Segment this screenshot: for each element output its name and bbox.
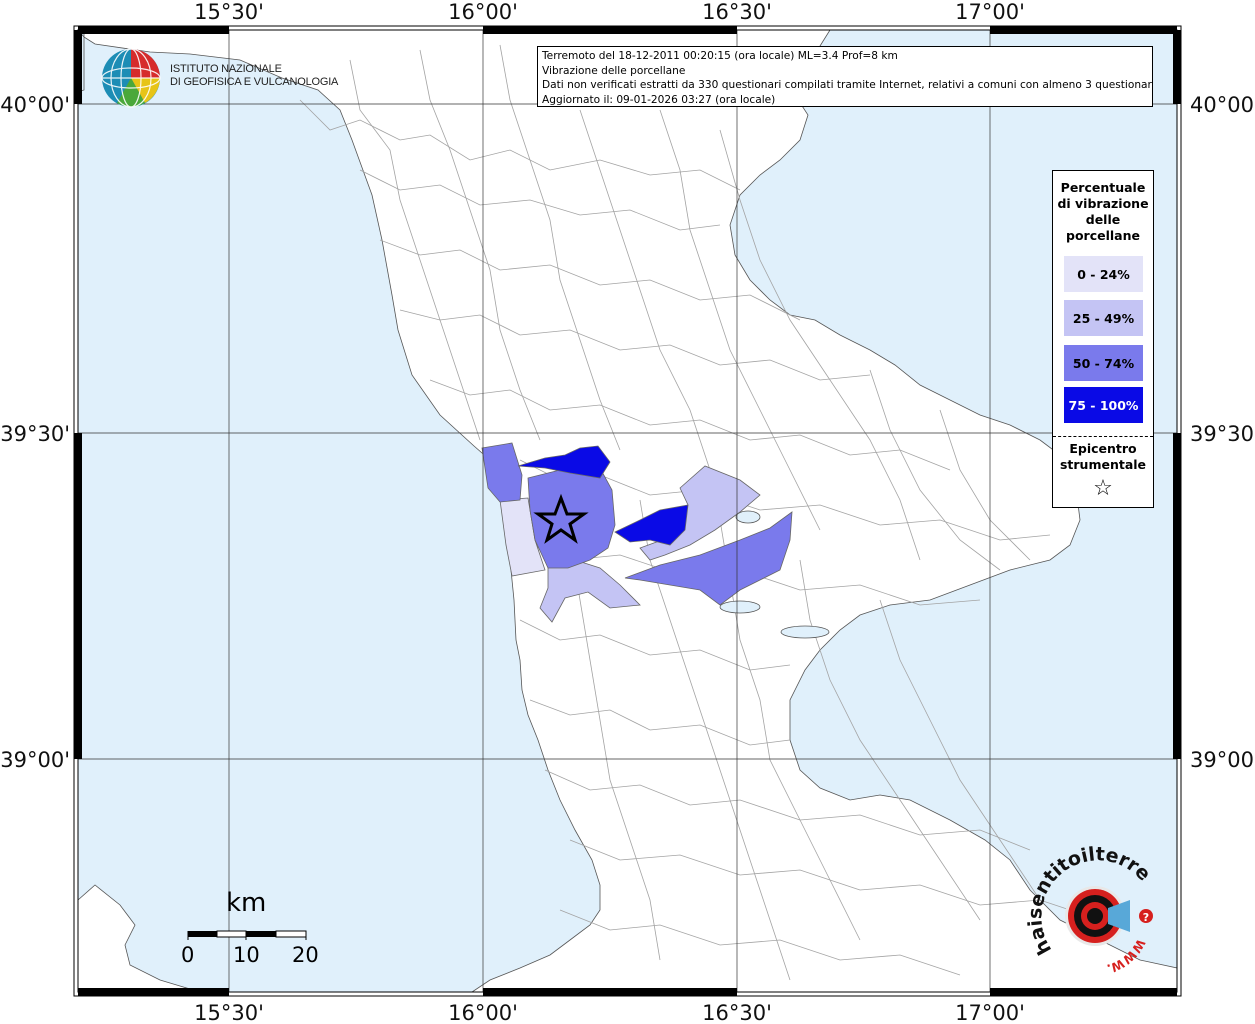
legend-epicenter-label: Epicentro strumentale	[1053, 441, 1153, 473]
data-note: Dati non verificati estratti da 330 ques…	[542, 79, 1153, 92]
lon-label-bottom-2: 16°00'	[448, 1001, 518, 1024]
lake-1	[735, 510, 761, 524]
legend-class-75-100: 75 - 100%	[1064, 387, 1143, 423]
event-info-box: Terremoto del 18-12-2011 00:20:15 (ora l…	[537, 46, 1153, 107]
lon-label-top-2: 16°00'	[448, 0, 518, 24]
lat-label-left-1: 40°00'	[0, 93, 70, 117]
legend-title-line-1: Percentuale	[1060, 180, 1146, 195]
event-title: Terremoto del 18-12-2011 00:20:15 (ora l…	[542, 50, 898, 62]
lake-2	[719, 600, 761, 614]
haisentito-q: ?	[1143, 911, 1149, 924]
legend: Percentuale di vibrazione delle porcella…	[1052, 170, 1154, 508]
legend-class-0-24: 0 - 24%	[1064, 256, 1143, 292]
lon-label-bottom-1: 15°30'	[194, 1001, 264, 1024]
ingv-name: ISTITUTO NAZIONALE DI GEOFISICA E VULCAN…	[170, 63, 338, 89]
lon-label-bottom-4: 17°00'	[955, 1001, 1025, 1024]
ingv-logo-icon	[101, 48, 161, 108]
lon-label-top-4: 17°00'	[955, 0, 1025, 24]
ingv-line-2: DI GEOFISICA E VULCANOLOGIA	[170, 76, 339, 88]
lat-label-right-3: 39°00'	[1190, 748, 1255, 772]
lat-label-left-3: 39°00'	[0, 748, 70, 772]
legend-epicenter-line-1: Epicentro	[1069, 441, 1137, 456]
legend-class-50-74: 50 - 74%	[1064, 345, 1143, 381]
seismic-map: 15°30' 16°00' 16°30' 17°00' 15°30' 16°00…	[0, 0, 1255, 1024]
legend-class-25-49: 25 - 49%	[1064, 300, 1143, 336]
legend-separator	[1053, 436, 1153, 437]
scale-tick-10: 10	[233, 943, 260, 967]
lake-3	[780, 625, 830, 639]
scale-tick-0: 0	[181, 943, 195, 967]
lat-label-right-1: 40°00'	[1190, 93, 1255, 117]
lon-label-bottom-3: 16°30'	[702, 1001, 772, 1024]
legend-title-line-4: porcellane	[1066, 228, 1140, 243]
map-subject: Vibrazione delle porcellane	[542, 64, 686, 77]
scale-unit: km	[226, 888, 267, 918]
legend-title-line-3: delle	[1085, 212, 1121, 227]
scale-tick-20: 20	[292, 943, 319, 967]
lat-label-left-2: 39°30'	[0, 422, 70, 446]
legend-title-line-2: di vibrazione	[1057, 196, 1149, 211]
lat-label-right-2: 39°30'	[1190, 422, 1255, 446]
lon-label-top-1: 15°30'	[194, 0, 264, 24]
legend-epicenter-line-2: strumentale	[1059, 457, 1147, 472]
update-time: Aggiornato il: 09-01-2026 03:27 (ora loc…	[542, 93, 776, 106]
legend-title: Percentuale di vibrazione delle porcella…	[1053, 180, 1153, 244]
lon-label-top-3: 16°30'	[702, 0, 772, 24]
ingv-line-1: ISTITUTO NAZIONALE	[170, 63, 282, 75]
legend-star-icon: ☆	[1093, 476, 1113, 501]
